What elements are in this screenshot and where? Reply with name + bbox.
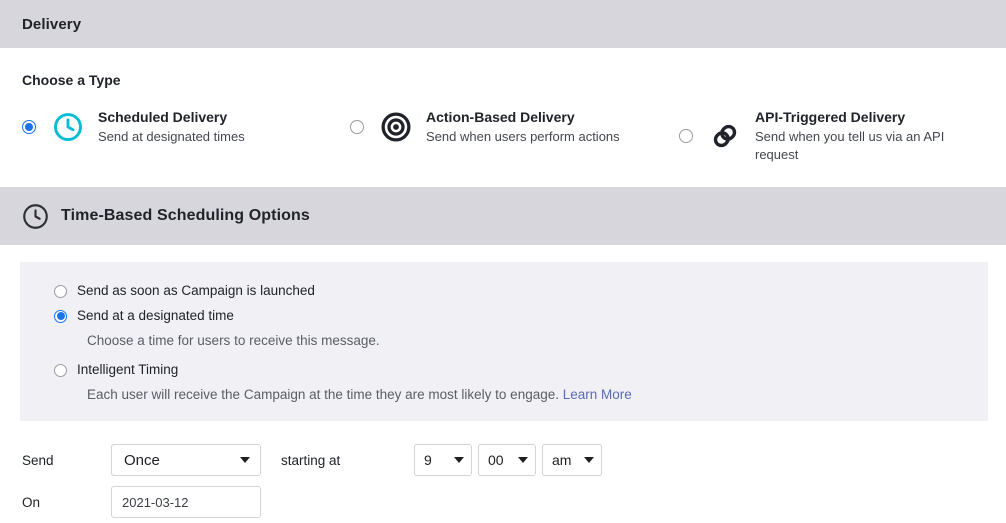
delivery-type-action-based[interactable]: Action-Based Delivery Send when users pe… [350, 108, 679, 146]
starting-at-label: starting at [281, 452, 341, 468]
clock-icon [22, 203, 49, 230]
scheduling-section-title: Time-Based Scheduling Options [61, 207, 310, 224]
schedule-form-row-on: On [22, 481, 1006, 523]
delivery-type-api-triggered-text: API-Triggered Delivery Send when you tel… [755, 108, 979, 164]
hour-select-value: 9 [424, 452, 432, 468]
target-icon [380, 111, 412, 143]
scheduling-option-intelligent-timing[interactable]: Intelligent Timing [54, 359, 988, 381]
delivery-type-scheduled[interactable]: Scheduled Delivery Send at designated ti… [22, 108, 350, 146]
page-title: Delivery [22, 15, 82, 33]
minute-select[interactable]: 00 [478, 444, 536, 476]
clock-icon [52, 111, 84, 143]
delivery-type-options: Scheduled Delivery Send at designated ti… [22, 108, 984, 164]
delivery-type-subtitle: Send at designated times [98, 129, 245, 144]
scheduling-option-label: Send as soon as Campaign is launched [77, 283, 315, 298]
delivery-type-title: Action-Based Delivery [426, 109, 575, 125]
chevron-down-icon [240, 457, 250, 463]
delivery-type-scheduled-text: Scheduled Delivery Send at designated ti… [98, 108, 245, 146]
scheduling-option-designated-time[interactable]: Send at a designated time [54, 305, 988, 327]
time-select-group: 9 00 am [414, 444, 602, 476]
chevron-down-icon [518, 457, 528, 463]
learn-more-link[interactable]: Learn More [563, 387, 632, 402]
delivery-type-action-based-text: Action-Based Delivery Send when users pe… [426, 108, 620, 146]
minute-select-value: 00 [488, 452, 504, 468]
intelligent-timing-description: Each user will receive the Campaign at t… [87, 384, 988, 405]
intelligent-timing-description-text: Each user will receive the Campaign at t… [87, 387, 559, 402]
schedule-form-row-send: Send Once starting at 9 00 am [22, 439, 1006, 481]
meridiem-select-value: am [552, 452, 572, 468]
link-icon [709, 120, 741, 152]
delivery-section-header: Delivery [0, 0, 1006, 48]
hour-select[interactable]: 9 [414, 444, 472, 476]
frequency-select[interactable]: Once [111, 444, 261, 476]
scheduling-option-send-now[interactable]: Send as soon as Campaign is launched [54, 280, 988, 302]
on-label: On [22, 494, 41, 510]
scheduling-section-header: Time-Based Scheduling Options [0, 187, 1006, 245]
radio-action-based-delivery[interactable] [350, 120, 364, 134]
delivery-type-api-triggered[interactable]: API-Triggered Delivery Send when you tel… [679, 108, 979, 164]
choose-type-label: Choose a Type [22, 72, 121, 88]
frequency-select-value: Once [124, 451, 160, 469]
choose-type-section: Choose a Type Scheduled Delivery Send at… [0, 48, 1006, 187]
delivery-type-title: Scheduled Delivery [98, 109, 228, 125]
radio-intelligent-timing[interactable] [54, 363, 67, 377]
meridiem-select[interactable]: am [542, 444, 602, 476]
scheduling-options-wrap: Send as soon as Campaign is launched Sen… [0, 245, 1006, 421]
radio-scheduled-delivery[interactable] [22, 120, 36, 134]
radio-send-at-designated-time[interactable] [54, 309, 67, 323]
radio-send-as-soon-as-launched[interactable] [54, 284, 67, 298]
delivery-type-title: API-Triggered Delivery [755, 109, 906, 125]
delivery-type-subtitle: Send when users perform actions [426, 129, 620, 144]
delivery-type-subtitle: Send when you tell us via an API request [755, 129, 945, 162]
radio-api-triggered-delivery[interactable] [679, 129, 693, 143]
chevron-down-icon [454, 457, 464, 463]
scheduling-option-label: Send at a designated time [77, 308, 234, 323]
chevron-down-icon [584, 457, 594, 463]
date-input[interactable] [111, 486, 261, 518]
send-label: Send [22, 452, 54, 468]
scheduling-options-panel: Send as soon as Campaign is launched Sen… [20, 262, 988, 421]
scheduling-option-label: Intelligent Timing [77, 362, 179, 377]
schedule-form: Send Once starting at 9 00 am On [0, 421, 1006, 523]
scheduling-option-description: Choose a time for users to receive this … [87, 333, 380, 348]
